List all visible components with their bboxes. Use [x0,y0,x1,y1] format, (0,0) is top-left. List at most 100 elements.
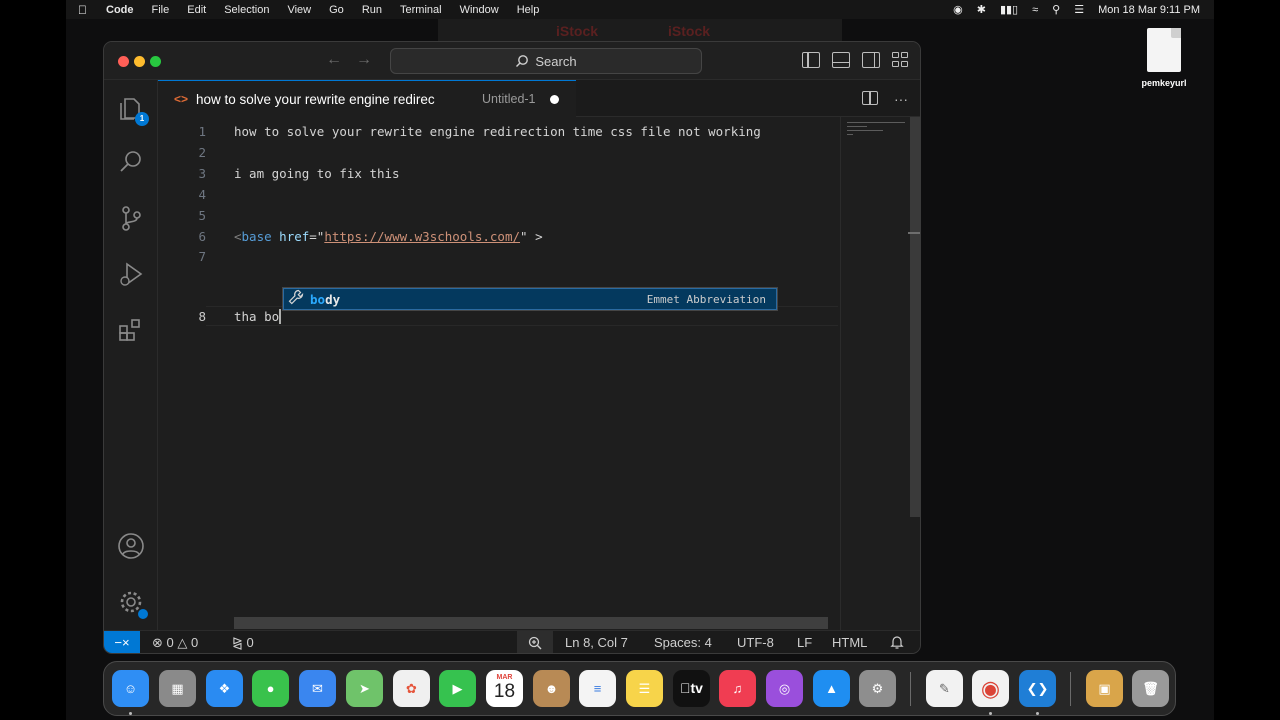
facetime-icon[interactable]: ▶ [439,670,476,707]
customize-layout-icon[interactable] [892,52,910,68]
split-editor-icon[interactable] [862,91,878,105]
maps-icon[interactable]: ➤ [346,670,383,707]
search-view-icon[interactable] [117,148,145,176]
calendar-icon[interactable]: MAR 18 [486,670,523,707]
toggle-panel-icon[interactable] [832,52,850,68]
url-link[interactable]: https://www.w3schools.com/ [324,229,520,244]
suggest-widget: body Emmet Abbreviation [282,287,778,311]
archive-icon[interactable]: ▣ [1086,670,1123,707]
extensions-icon[interactable] [117,316,145,344]
apple-tv-icon[interactable]: tv [673,670,710,707]
search-label: Search [535,53,577,69]
notes-icon[interactable]: ☰ [626,670,663,707]
horizontal-scrollbar[interactable] [234,617,828,629]
language-mode[interactable]: HTML [832,635,867,650]
problems-indicator[interactable]: ⊗ 0 △ 0 [152,635,198,651]
zoom-indicator[interactable] [517,631,553,653]
accounts-icon[interactable] [117,532,145,560]
chrome-icon[interactable]: ◉ [972,670,1009,707]
menu-edit[interactable]: Edit [187,4,206,16]
suggestion-match: bo [310,291,326,307]
wrench-icon [288,289,304,309]
code-line-3: i am going to fix this [234,166,400,181]
desktop-file[interactable]: pemkeyurl [1134,28,1194,88]
toggle-primary-sidebar-icon[interactable] [802,52,820,68]
html-file-icon: <> [174,92,189,106]
messages-icon[interactable]: ● [252,670,289,707]
record-icon[interactable]: ◉ [953,3,963,16]
source-control-icon[interactable] [117,204,145,232]
music-icon[interactable]: ♫ [719,670,756,707]
menu-file[interactable]: File [152,4,170,16]
toggle-secondary-sidebar-icon[interactable] [862,52,880,68]
notifications-bell-icon[interactable] [890,635,904,652]
line-number: 5 [198,208,206,223]
unsaved-dot-icon[interactable] [549,94,559,104]
tab-untitled-1[interactable]: <> how to solve your rewrite engine redi… [158,80,576,117]
code-editor[interactable]: 1 2 3 4 5 6 7 8 how to solve your rewrit… [158,117,840,630]
wifi-icon[interactable]: ≈ [1032,4,1038,16]
suggestion-item-body[interactable]: body Emmet Abbreviation [283,288,777,310]
line-number: 7 [198,249,206,264]
mail-icon[interactable]: ✉ [299,670,336,707]
bluetooth-icon[interactable]: ✱ [977,3,986,16]
background-video-strip: iStock iStock [438,19,842,41]
calendar-month: MAR [496,674,513,681]
explorer-icon[interactable]: 1 [117,94,149,126]
safari-icon[interactable]: ❖ [206,670,243,707]
menu-run[interactable]: Run [362,4,382,16]
textedit-icon[interactable]: ✎ [926,670,963,707]
run-debug-icon[interactable] [117,260,145,288]
zoom-window-button[interactable] [150,56,161,67]
system-settings-icon[interactable]: ⚙ [859,670,896,707]
status-bar: −× ⊗ 0 △ 0 ⧎ 0 Ln 8, Col 7 Spaces: 4 UTF… [104,630,920,653]
menu-window[interactable]: Window [460,4,499,16]
running-indicator [989,712,992,715]
menubar-clock[interactable]: Mon 18 Mar 9:11 PM [1098,4,1200,16]
search-icon [516,55,529,67]
photos-icon[interactable]: ✿ [393,670,430,707]
menu-go[interactable]: Go [329,4,344,16]
command-center-search[interactable]: Search [390,48,702,74]
back-arrow-icon[interactable]: ← [326,51,342,69]
remote-indicator-icon[interactable]: −× [104,631,140,653]
zoom-icon [528,636,542,650]
trash-icon[interactable]: 🗑 [1132,670,1169,707]
app-store-icon[interactable]: ▲ [813,670,850,707]
menu-code[interactable]: Code [106,4,134,16]
document-icon [1147,28,1181,72]
spotlight-icon[interactable]: ⚲ [1052,3,1060,16]
more-actions-icon[interactable]: ··· [894,91,908,107]
manage-gear-icon[interactable] [117,588,149,620]
minimap[interactable] [840,117,908,630]
ports-indicator[interactable]: ⧎ 0 [232,635,254,651]
battery-icon[interactable]: ▮▮▯ [1000,3,1018,16]
menu-terminal[interactable]: Terminal [400,4,442,16]
podcasts-icon[interactable]: ◎ [766,670,803,707]
reminders-icon[interactable]: ≡ [579,670,616,707]
forward-arrow-icon[interactable]: → [356,51,372,69]
indentation[interactable]: Spaces: 4 [654,635,712,650]
tag-close: " > [520,229,543,244]
finder-icon[interactable]: ☺ [112,670,149,707]
contacts-icon[interactable]: ☻ [533,670,570,707]
control-center-icon[interactable]: ☰ [1074,3,1084,16]
cursor-position[interactable]: Ln 8, Col 7 [565,635,628,650]
menu-selection[interactable]: Selection [224,4,269,16]
encoding[interactable]: UTF-8 [737,635,774,650]
menu-help[interactable]: Help [517,4,540,16]
menu-view[interactable]: View [287,4,311,16]
launchpad-icon[interactable]: ▦ [159,670,196,707]
activity-bar: 1 [104,80,158,630]
running-indicator [1036,712,1039,715]
warning-count: 0 [191,635,199,650]
close-window-button[interactable] [118,56,129,67]
apple-icon[interactable]:  [78,3,94,17]
minimize-window-button[interactable] [134,56,145,67]
vscode-icon[interactable]: ❮❯ [1019,670,1056,707]
attribute-name: href [271,229,310,244]
scrollbar-thumb[interactable] [910,117,920,517]
vertical-scrollbar[interactable] [908,117,920,630]
line-number-active: 8 [198,309,206,324]
end-of-line[interactable]: LF [797,635,812,650]
